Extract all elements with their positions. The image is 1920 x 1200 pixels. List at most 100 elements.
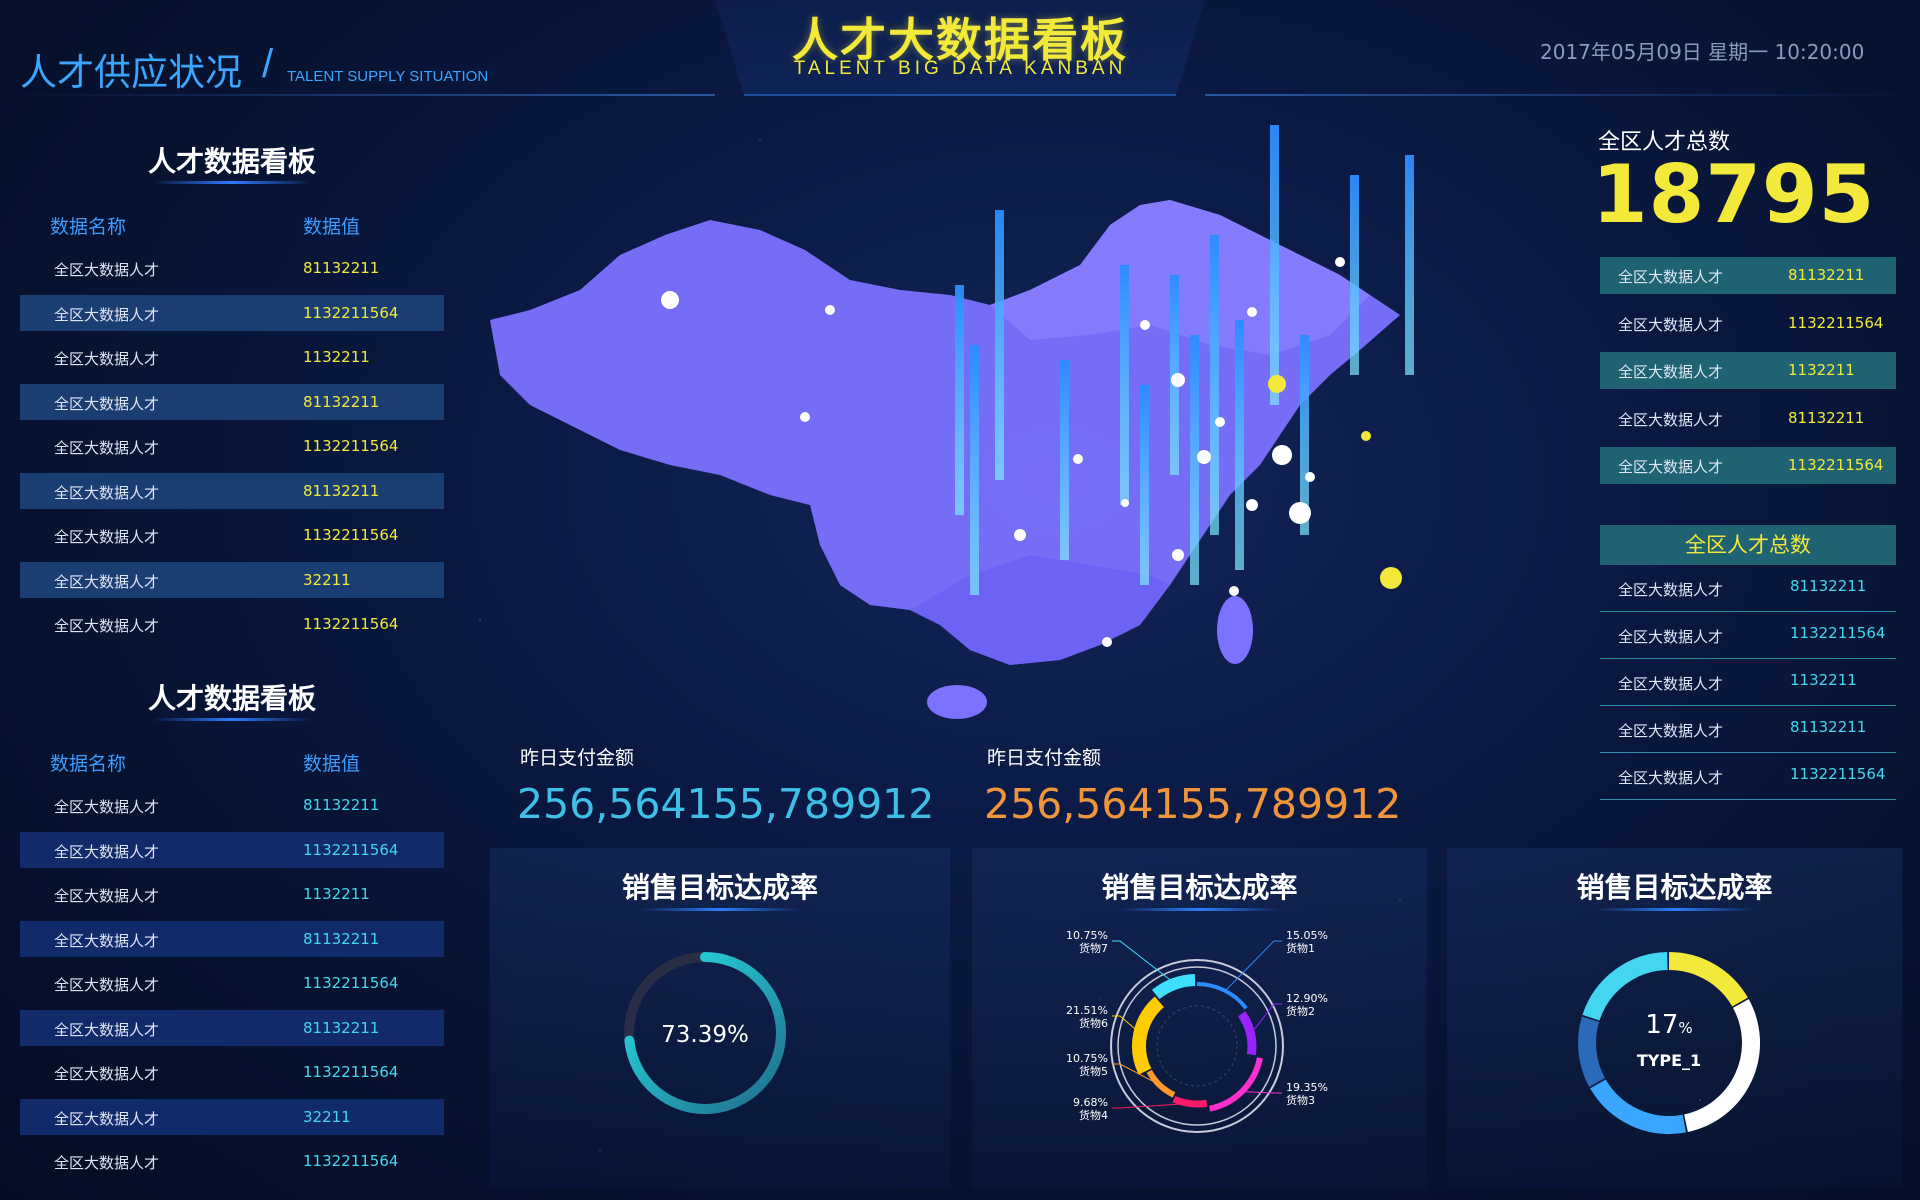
- left-panel-1-col-name: 数据名称: [50, 216, 127, 238]
- map-point: [1172, 549, 1184, 561]
- goods-ring-leader-line: [1112, 1102, 1190, 1109]
- table-row: 全区大数据人才 1132211564: [20, 831, 444, 868]
- map-bar: [1120, 265, 1129, 505]
- goods-ring-slice[interactable]: [1151, 974, 1196, 1000]
- left-panel-1-row-value: 81132211: [303, 259, 380, 277]
- goods-ring-category-label: 货物2: [1286, 1004, 1315, 1018]
- type-ring-slice[interactable]: [1578, 1016, 1606, 1087]
- bottom-panel-3-underline: [1594, 908, 1755, 911]
- left-panel-1-row-value: 81132211: [303, 481, 380, 500]
- goods-ring-category-label: 货物1: [1286, 941, 1315, 955]
- map-point: [1171, 373, 1185, 387]
- left-panel-1-row-name: 全区大数据人才: [54, 483, 160, 502]
- map-highlight-point: [1361, 431, 1371, 441]
- map-point: [1140, 320, 1150, 330]
- map-point: [1246, 499, 1258, 511]
- map-highlight-point: [1380, 567, 1402, 589]
- goods-ring-slice[interactable]: [1146, 1069, 1176, 1098]
- right-table-1-row-value: 81132211: [1788, 408, 1865, 427]
- left-panel-2-col-value: 数据值: [303, 753, 361, 775]
- left-panel-2-row-value: 81132211: [303, 929, 380, 948]
- goods-ring-percent-label: 21.51%: [1066, 1004, 1108, 1017]
- left-panel-1-row-name: 全区大数据人才: [54, 439, 160, 457]
- right-total-value: 18795: [1592, 148, 1876, 241]
- table-row: 全区大数据人才 1132211564: [20, 965, 444, 1001]
- right-table-1-row-name: 全区大数据人才: [1618, 363, 1724, 381]
- map-point: [1102, 637, 1112, 647]
- table-row: 全区大数据人才 1132211: [1600, 352, 1896, 389]
- left-panel-1-row-name: 全区大数据人才: [54, 394, 160, 413]
- map-bar: [1190, 335, 1199, 585]
- right-table-2-row-value: 1132211564: [1790, 624, 1886, 642]
- left-panel-2-row-name: 全区大数据人才: [54, 1154, 160, 1172]
- table-row: 全区大数据人才 81132211: [20, 250, 444, 286]
- goods-ring-slice[interactable]: [1237, 1011, 1257, 1056]
- right-table-2-row-value: 81132211: [1790, 718, 1867, 736]
- map-island-taiwan: [1217, 596, 1253, 664]
- stat-1-value: 256,564155,789912: [517, 780, 935, 828]
- type-ring-slice[interactable]: [1590, 1079, 1687, 1134]
- map-bar: [1140, 385, 1149, 585]
- table-row: 全区大数据人才 1132211: [1600, 659, 1896, 706]
- table-row: 全区大数据人才 81132211: [1600, 257, 1896, 294]
- map-point: [1289, 502, 1311, 524]
- goods-ring-percent-label: 10.75%: [1066, 929, 1108, 942]
- left-panel-1-row-name: 全区大数据人才: [54, 305, 160, 324]
- table-row: 全区大数据人才 1132211564: [20, 606, 444, 642]
- left-panel-2-row-value: 1132211564: [303, 1063, 399, 1081]
- map-bar: [1210, 235, 1219, 535]
- type-ring-slice[interactable]: [1668, 952, 1748, 1007]
- goods-ring-inner: [1156, 1005, 1238, 1087]
- right-table-2-title: 全区人才总数: [1600, 525, 1896, 565]
- map-bar: [1060, 360, 1069, 560]
- goods-ring-slice[interactable]: [1209, 1057, 1263, 1112]
- left-panel-1-row-value: 1132211564: [303, 437, 399, 455]
- goods-ring-slice[interactable]: [1172, 1095, 1208, 1108]
- map-point: [1335, 257, 1345, 267]
- left-panel-1-row-name: 全区大数据人才: [54, 528, 160, 546]
- left-panel-2-title: 人才数据看板: [147, 682, 316, 715]
- left-panel-2-row-value: 81132211: [303, 1018, 380, 1037]
- left-panel-2-row-name: 全区大数据人才: [54, 1109, 160, 1128]
- goods-ring-percent-label: 9.68%: [1073, 1096, 1108, 1109]
- right-table-2: 全区大数据人才 81132211 全区大数据人才 1132211564 全区大数据人才 1…: [1600, 565, 1896, 800]
- map-highlight-point: [1268, 375, 1286, 393]
- map-bar: [1235, 320, 1244, 570]
- map-point: [1305, 472, 1315, 482]
- goods-ring-category-label: 货物5: [1079, 1064, 1108, 1078]
- map-point: [1215, 417, 1225, 427]
- table-row: 全区大数据人才 81132211: [1600, 400, 1896, 437]
- goods-ring-slice[interactable]: [1196, 982, 1248, 1010]
- bottom-panel-3-title: 销售目标达成率: [1576, 871, 1773, 904]
- left-panel-2-row-value: 1132211: [303, 885, 370, 903]
- table-row: 全区大数据人才 81132211: [20, 787, 444, 823]
- dashboard-subtitle: TALENT BIG DATA KANBAN: [793, 58, 1127, 79]
- bottom-panel-2-title: 销售目标达成率: [1101, 871, 1298, 904]
- goods-ring-category-label: 货物3: [1286, 1093, 1315, 1107]
- table-row: 全区大数据人才 32211: [20, 561, 444, 598]
- map-point: [1197, 450, 1211, 464]
- left-panel-2-row-name: 全区大数据人才: [54, 931, 160, 950]
- goods-ring-slice[interactable]: [1132, 996, 1165, 1075]
- left-panel-1-row-value: 1132211564: [303, 303, 399, 322]
- map-point: [1229, 586, 1239, 596]
- right-table-1-row-value: 81132211: [1788, 266, 1865, 284]
- type-ring-name: TYPE_1: [1637, 1051, 1701, 1070]
- table-row: 全区大数据人才 81132211: [20, 920, 444, 957]
- left-panel-2-row-value: 1132211564: [303, 974, 399, 992]
- china-map-svg: [490, 125, 1414, 719]
- map-bar: [1405, 155, 1414, 375]
- table-row: 全区大数据人才 1132211564: [1600, 447, 1896, 484]
- left-panel-2-col-name: 数据名称: [50, 753, 127, 775]
- right-table-1-row-value: 1132211564: [1788, 456, 1884, 474]
- right-table-2-row-name: 全区大数据人才: [1618, 722, 1724, 740]
- table-row: 全区大数据人才 81132211: [20, 472, 444, 509]
- left-panel-1-underline: [152, 181, 312, 184]
- section-title: 人才供应状况: [20, 51, 242, 94]
- bottom-panel-1: 销售目标达成率 73.39%: [490, 848, 950, 1188]
- table-row: 全区大数据人才 1132211564: [1600, 753, 1896, 800]
- right-table-2-row-value: 81132211: [1790, 577, 1867, 595]
- map-point: [661, 291, 679, 309]
- left-panel-1-row-value: 1132211564: [303, 526, 399, 544]
- china-map[interactable]: [470, 105, 1570, 745]
